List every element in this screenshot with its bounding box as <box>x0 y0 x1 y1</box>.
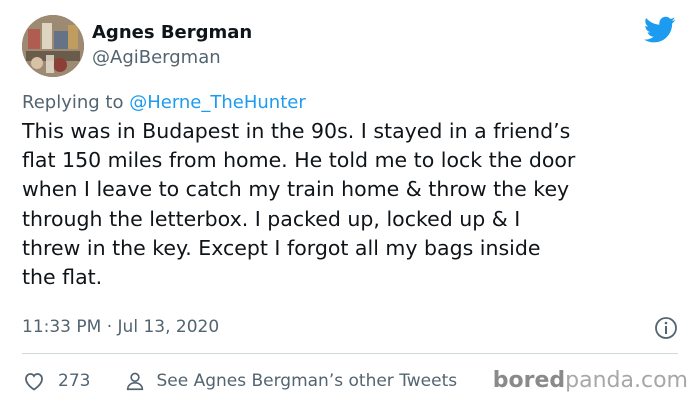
tweet-text: This was in Budapest in the 90s. I staye… <box>22 119 576 290</box>
person-icon <box>127 372 144 391</box>
tweet-timestamp[interactable]: 11:33 PM · Jul 13, 2020 <box>22 315 219 339</box>
divider <box>22 353 678 354</box>
author-handle[interactable]: @AgiBergman <box>92 46 221 70</box>
reply-context: Replying to @Herne_TheHunter <box>22 91 306 115</box>
reply-to-handle[interactable]: @Herne_TheHunter <box>129 92 306 113</box>
author-name[interactable]: Agnes Bergman <box>92 21 252 45</box>
like-count[interactable]: 273 <box>58 371 90 391</box>
avatar[interactable] <box>22 15 84 77</box>
other-tweets-link[interactable]: See Agnes Bergman’s other Tweets <box>156 371 457 391</box>
heart-icon[interactable] <box>22 369 46 393</box>
twitter-bird-icon[interactable] <box>644 16 676 44</box>
info-icon[interactable] <box>654 316 678 340</box>
avatar-image <box>22 15 84 77</box>
tweet-actions: 273 See Agnes Bergman’s other Tweets <box>22 366 457 396</box>
watermark-rest: panda.com <box>565 368 688 393</box>
watermark: boredpanda.com <box>493 368 688 394</box>
reply-prefix: Replying to <box>22 92 130 113</box>
watermark-bold: bored <box>492 368 566 393</box>
